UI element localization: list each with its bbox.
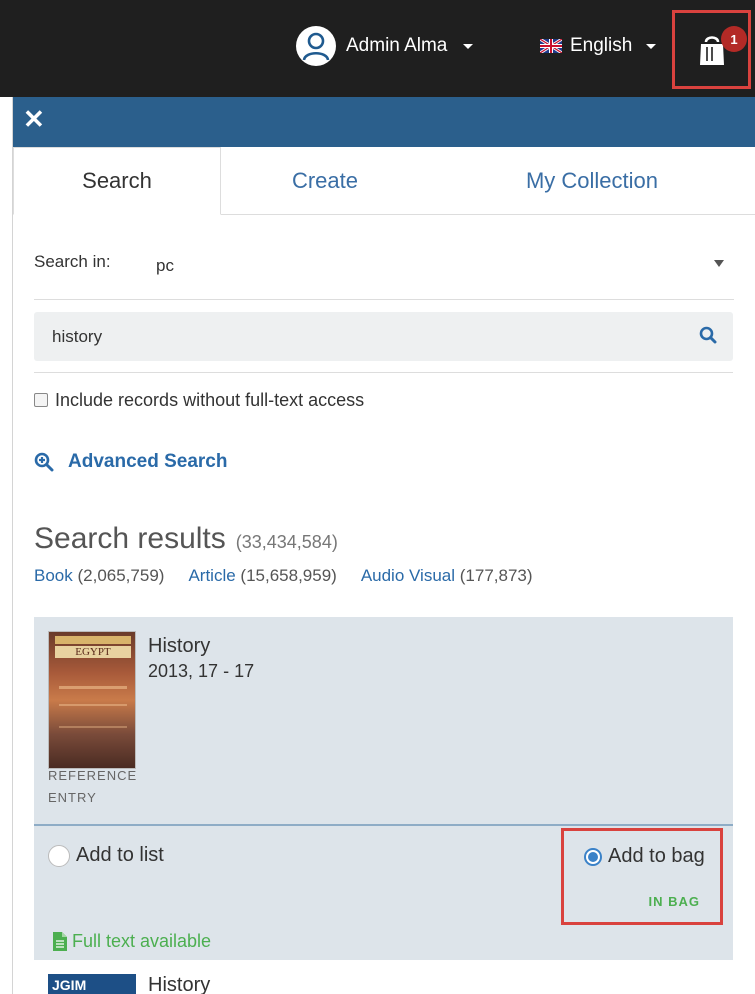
full-text-label: Full text available bbox=[72, 931, 212, 951]
tab-create[interactable]: Create bbox=[221, 147, 429, 215]
search-in-value: pc bbox=[156, 256, 174, 275]
add-to-bag-label: Add to bag bbox=[608, 845, 705, 867]
cover-title: EGYPT bbox=[55, 646, 131, 658]
result-title[interactable]: History bbox=[148, 974, 210, 994]
side-strip bbox=[0, 97, 13, 994]
full-text-link[interactable]: Full text available bbox=[52, 931, 211, 952]
result-type: REFERENCE ENTRY bbox=[48, 768, 138, 805]
add-to-bag-highlight: Add to bag IN BAG bbox=[561, 828, 723, 925]
result-facets: Book (2,065,759) Article (15,658,959) Au… bbox=[34, 566, 533, 586]
include-records-checkbox[interactable] bbox=[34, 393, 48, 407]
include-records-row[interactable]: Include records without full-text access bbox=[34, 388, 364, 412]
language-menu[interactable]: English bbox=[540, 24, 657, 68]
chevron-down-icon bbox=[714, 260, 724, 267]
results-heading: Search results bbox=[34, 522, 226, 555]
advanced-search-link[interactable]: Advanced Search bbox=[34, 448, 227, 476]
search-box bbox=[34, 312, 733, 361]
add-to-list-label: Add to list bbox=[76, 844, 164, 866]
facet-article[interactable]: Article (15,658,959) bbox=[188, 566, 336, 586]
user-icon bbox=[296, 26, 336, 66]
advanced-search-label: Advanced Search bbox=[68, 451, 228, 472]
search-icon[interactable] bbox=[699, 326, 717, 344]
divider bbox=[34, 372, 733, 373]
search-in-select[interactable]: Search in: pc bbox=[34, 242, 734, 300]
add-to-bag-radio[interactable] bbox=[584, 847, 602, 866]
result-title[interactable]: History bbox=[148, 635, 210, 658]
panel-tabs: Search Create My Collection bbox=[13, 147, 755, 215]
in-bag-status: IN BAG bbox=[648, 894, 700, 909]
language-label: English bbox=[570, 35, 633, 56]
result-card: EGYPT REFERENCE ENTRY History 2013, 17 -… bbox=[34, 617, 733, 960]
bag-count-badge: 1 bbox=[721, 26, 747, 52]
zoom-in-icon bbox=[34, 452, 54, 472]
book-cover: JGIM bbox=[48, 974, 136, 994]
panel-header: ✕ bbox=[13, 97, 755, 147]
book-cover: EGYPT bbox=[48, 631, 136, 769]
add-to-bag-option[interactable]: Add to bag bbox=[584, 845, 705, 868]
document-icon bbox=[53, 932, 67, 951]
card-divider bbox=[34, 824, 733, 826]
result-meta: 2013, 17 - 17 bbox=[148, 661, 255, 681]
cover-detail bbox=[59, 726, 127, 728]
bag-button[interactable]: 1 bbox=[672, 10, 751, 89]
search-input[interactable] bbox=[34, 312, 674, 361]
uk-flag-icon bbox=[540, 39, 562, 53]
chevron-down-icon bbox=[463, 43, 474, 49]
add-to-list-option[interactable]: Add to list bbox=[48, 844, 164, 867]
search-in-label: Search in: bbox=[34, 252, 111, 271]
add-to-list-radio[interactable] bbox=[48, 844, 70, 867]
facet-book[interactable]: Book (2,065,759) bbox=[34, 566, 164, 586]
user-name: Admin Alma bbox=[346, 35, 448, 56]
cover-band bbox=[55, 636, 131, 644]
result-card: JGIM History bbox=[34, 962, 733, 994]
cover-detail bbox=[59, 704, 127, 706]
facet-audio-visual[interactable]: Audio Visual (177,873) bbox=[361, 566, 533, 586]
user-menu[interactable]: Admin Alma bbox=[296, 24, 474, 68]
cover-detail bbox=[59, 686, 127, 689]
tab-my-collection[interactable]: My Collection bbox=[429, 147, 755, 215]
tab-search[interactable]: Search bbox=[13, 147, 221, 215]
top-bar: Admin Alma English 1 bbox=[0, 0, 755, 97]
chevron-down-icon bbox=[646, 43, 657, 49]
results-count: (33,434,584) bbox=[235, 532, 338, 552]
include-records-label: Include records without full-text access bbox=[55, 389, 365, 410]
close-icon[interactable]: ✕ bbox=[23, 106, 45, 132]
results-title: Search results (33,434,584) bbox=[34, 522, 338, 556]
